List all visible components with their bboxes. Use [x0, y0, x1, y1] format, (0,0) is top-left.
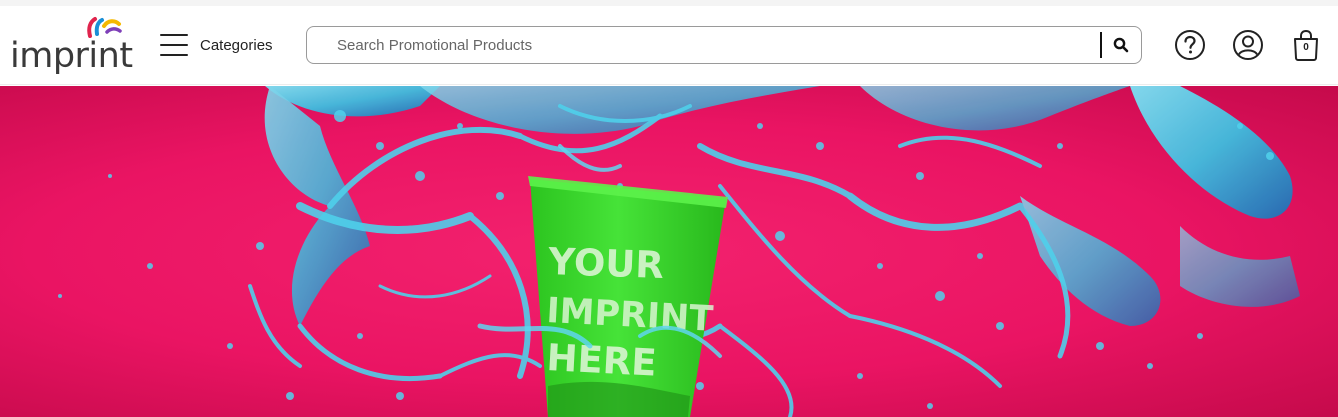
- cart-button[interactable]: 0: [1289, 28, 1323, 62]
- search-bar: [306, 26, 1142, 64]
- search-icon: [1113, 37, 1129, 53]
- logo-text: imprint: [10, 36, 133, 76]
- hamburger-menu-icon: [160, 34, 188, 56]
- cup-imprint-line-1: YOUR: [547, 240, 665, 287]
- cup-imprint-line-3: HERE: [546, 336, 658, 385]
- cart-count: 0: [1303, 42, 1309, 53]
- categories-label: Categories: [200, 36, 273, 54]
- search-divider: [1100, 32, 1102, 58]
- categories-menu-button[interactable]: Categories: [160, 28, 273, 62]
- search-input[interactable]: [337, 27, 1097, 63]
- imprint-logo[interactable]: imprint: [8, 14, 136, 80]
- hero-artwork: YOUR IMPRINT HERE: [58, 86, 1300, 417]
- search-button[interactable]: [1107, 31, 1135, 59]
- hero-banner[interactable]: YOUR IMPRINT HERE: [0, 86, 1338, 417]
- question-circle-icon: [1175, 30, 1205, 60]
- green-cup: YOUR IMPRINT HERE: [528, 176, 728, 417]
- help-button[interactable]: [1173, 28, 1207, 62]
- user-circle-icon: [1233, 30, 1263, 60]
- account-button[interactable]: [1231, 28, 1265, 62]
- paint-splash: [264, 86, 1300, 326]
- site-header: imprint Categories Search Promotional Pr…: [0, 6, 1338, 85]
